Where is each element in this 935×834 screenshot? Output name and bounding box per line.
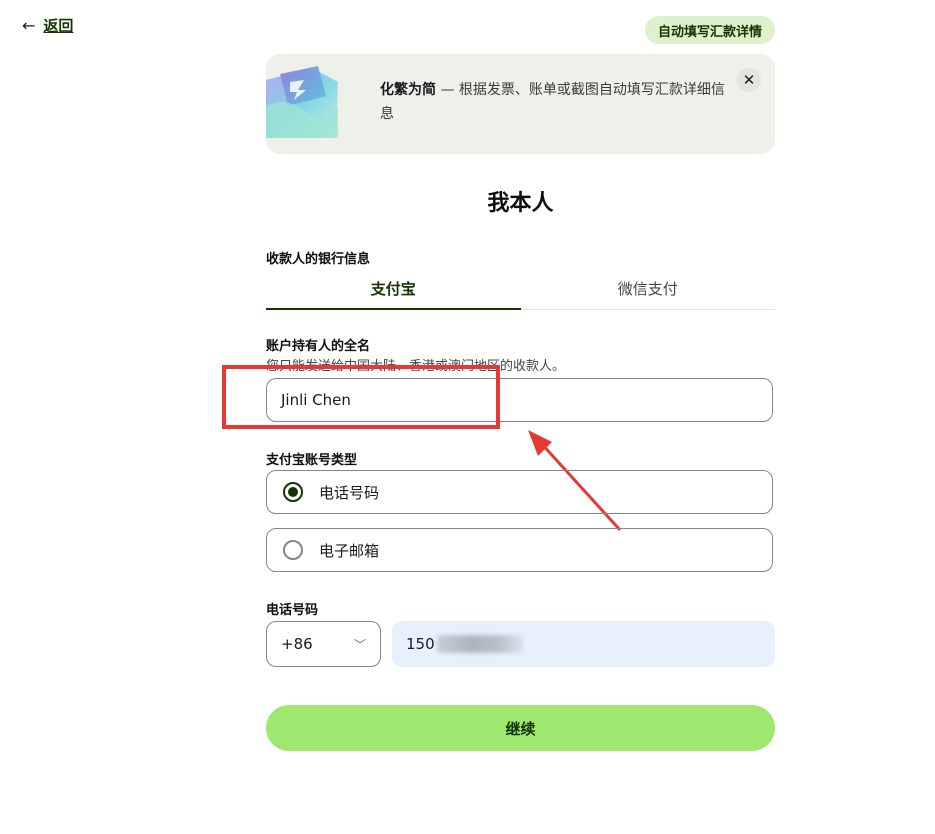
payment-tabs: 支付宝 微信支付 <box>266 272 775 310</box>
back-link[interactable]: ← 返回 <box>22 16 73 36</box>
phone-value: 150 <box>406 635 435 653</box>
chevron-down-icon: ﹀ <box>353 637 366 652</box>
tab-wechat-pay[interactable]: 微信支付 <box>521 272 776 309</box>
page-title: 我本人 <box>487 191 554 216</box>
phone-label: 电话号码 <box>266 603 319 618</box>
radio-email-option[interactable]: 电子邮箱 <box>266 528 773 572</box>
annotation-highlight-box <box>222 365 500 429</box>
continue-button[interactable]: 继续 <box>266 705 775 751</box>
country-code-select[interactable]: +86 ﹀ <box>266 621 381 667</box>
document-illustration-icon <box>266 66 338 138</box>
banner-text: 化繁为简 — 根据发票、账单或截图自动填写汇款详细信息 <box>380 78 730 126</box>
tab-alipay[interactable]: 支付宝 <box>266 272 521 310</box>
radio-unselected-icon <box>283 540 303 560</box>
autofill-button[interactable]: 自动填写汇款详情 <box>645 16 775 44</box>
back-label: 返回 <box>43 17 74 35</box>
arrow-left-icon: ← <box>22 16 36 35</box>
redacted-blur <box>436 635 523 653</box>
radio-phone-label: 电话号码 <box>319 483 380 502</box>
autofill-banner: 化繁为简 — 根据发票、账单或截图自动填写汇款详细信息 ✕ <box>266 54 775 154</box>
account-type-label: 支付宝账号类型 <box>266 453 358 468</box>
banner-bold: 化繁为简 <box>380 82 436 98</box>
close-icon[interactable]: ✕ <box>737 68 761 92</box>
country-code-value: +86 <box>281 635 313 653</box>
bank-info-label: 收款人的银行信息 <box>266 252 371 267</box>
radio-phone-option[interactable]: 电话号码 <box>266 470 773 514</box>
radio-email-label: 电子邮箱 <box>319 541 380 560</box>
phone-input[interactable]: 150 <box>392 621 775 667</box>
holder-name-label: 账户持有人的全名 <box>266 339 371 354</box>
radio-selected-icon <box>283 482 303 502</box>
